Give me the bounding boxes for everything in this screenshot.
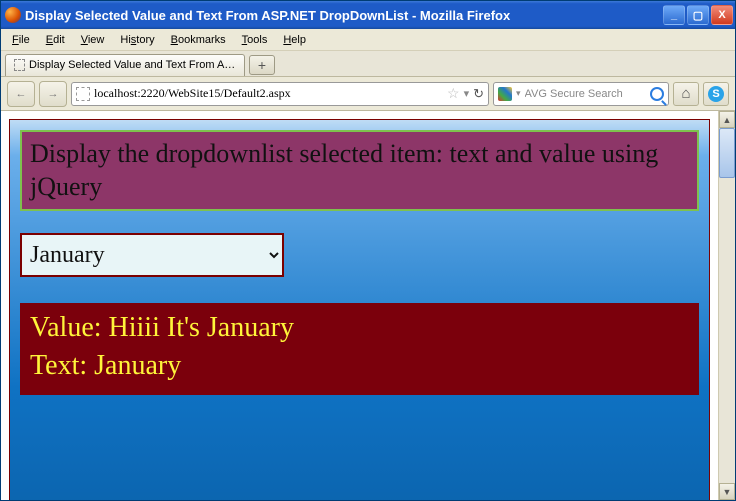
menu-edit[interactable]: Edit	[39, 32, 72, 48]
bookmark-star-icon[interactable]: ☆	[447, 85, 460, 102]
scroll-track[interactable]	[719, 128, 735, 483]
window-minimize-button[interactable]: _	[663, 5, 685, 25]
window-title: Display Selected Value and Text From ASP…	[25, 8, 663, 23]
url-dropdown-icon[interactable]: ▾	[464, 87, 470, 100]
output-value-label: Value:	[30, 312, 102, 343]
avg-icon	[498, 87, 512, 101]
back-button[interactable]: ←	[7, 81, 35, 107]
menu-tools[interactable]: Tools	[235, 32, 275, 48]
page-favicon	[14, 59, 25, 71]
output-value-row: Value: Hiiii It's January	[30, 309, 689, 347]
skype-icon: S	[708, 86, 724, 102]
new-tab-button[interactable]: +	[249, 55, 275, 75]
home-button[interactable]: ⌂	[673, 82, 699, 106]
menu-file[interactable]: File	[5, 32, 37, 48]
scroll-down-button[interactable]: ▼	[719, 483, 735, 500]
menu-history[interactable]: History	[113, 32, 161, 48]
menu-view[interactable]: View	[74, 32, 112, 48]
tab-active[interactable]: Display Selected Value and Text From ASP…	[5, 54, 245, 76]
site-identity-icon	[76, 87, 90, 101]
window-maximize-button[interactable]: ▢	[687, 5, 709, 25]
skype-button[interactable]: S	[703, 82, 729, 106]
firefox-icon	[5, 7, 21, 23]
url-input[interactable]	[94, 86, 443, 101]
menu-help[interactable]: Help	[276, 32, 313, 48]
reload-button[interactable]: ↻	[473, 86, 484, 102]
page-viewport: Display the dropdownlist selected item: …	[1, 111, 718, 500]
output-panel: Value: Hiiii It's January Text: January	[20, 303, 699, 395]
output-value: Hiiii It's January	[109, 312, 294, 343]
output-text: January	[94, 350, 181, 381]
search-dropdown-icon[interactable]: ▾	[516, 88, 521, 99]
window-titlebar: Display Selected Value and Text From ASP…	[1, 1, 735, 29]
menu-bookmarks[interactable]: Bookmarks	[164, 32, 233, 48]
month-dropdown[interactable]: January	[20, 233, 284, 277]
url-bar[interactable]: ☆ ▾ ↻	[71, 82, 489, 106]
page-heading: Display the dropdownlist selected item: …	[20, 130, 699, 211]
output-text-row: Text: January	[30, 347, 689, 385]
scroll-up-button[interactable]: ▲	[719, 111, 735, 128]
menubar: File Edit View History Bookmarks Tools H…	[1, 29, 735, 51]
search-box[interactable]: ▾ AVG Secure Search	[493, 82, 669, 106]
nav-toolbar: ← → ☆ ▾ ↻ ▾ AVG Secure Search ⌂ S	[1, 77, 735, 111]
tab-label: Display Selected Value and Text From ASP…	[29, 59, 236, 71]
forward-button[interactable]: →	[39, 81, 67, 107]
tab-strip: Display Selected Value and Text From ASP…	[1, 51, 735, 77]
output-text-label: Text:	[30, 350, 87, 381]
scroll-thumb[interactable]	[719, 128, 735, 178]
search-placeholder: AVG Secure Search	[525, 88, 646, 100]
window-close-button[interactable]: X	[711, 5, 733, 25]
search-icon[interactable]	[650, 87, 664, 101]
content-panel: Display the dropdownlist selected item: …	[9, 119, 710, 500]
vertical-scrollbar[interactable]: ▲ ▼	[718, 111, 735, 500]
home-icon: ⌂	[681, 85, 690, 102]
